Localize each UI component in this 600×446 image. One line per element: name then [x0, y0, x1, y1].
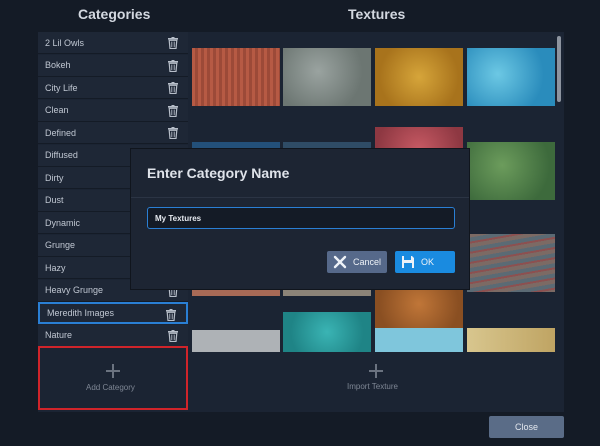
categories-heading: Categories	[78, 6, 151, 22]
category-label: Dynamic	[45, 217, 81, 228]
category-item[interactable]: Clean	[38, 99, 188, 122]
trash-icon[interactable]	[168, 37, 178, 50]
category-label: Meredith Images	[47, 308, 115, 318]
cancel-label: Cancel	[353, 257, 382, 267]
category-name-input[interactable]	[147, 207, 455, 229]
texture-thumbnail[interactable]	[467, 234, 555, 292]
cancel-button[interactable]: Cancel	[327, 251, 387, 273]
category-label: Defined	[45, 127, 77, 138]
category-label: Clean	[45, 105, 69, 115]
add-category-button[interactable]: Add Category	[38, 346, 188, 410]
category-name-dialog: Enter Category Name Cancel OK	[131, 149, 469, 289]
texture-thumbnail[interactable]	[467, 328, 555, 352]
category-label: Bokeh	[45, 60, 71, 70]
texture-thumbnail[interactable]	[283, 312, 371, 352]
trash-icon[interactable]	[168, 59, 178, 72]
close-button[interactable]: Close	[489, 416, 564, 438]
texture-thumbnail[interactable]	[192, 48, 280, 106]
category-item[interactable]: Meredith Images	[38, 302, 188, 324]
texture-scrollbar[interactable]	[557, 36, 561, 102]
textures-heading: Textures	[348, 6, 406, 22]
trash-icon[interactable]	[168, 127, 178, 140]
texture-thumbnail[interactable]	[467, 48, 555, 106]
category-label: Dirty	[45, 172, 64, 183]
plus-icon	[369, 364, 383, 378]
texture-thumbnail[interactable]	[375, 48, 463, 106]
category-item[interactable]: Defined	[38, 122, 188, 144]
dialog-title: Enter Category Name	[147, 165, 290, 181]
category-label: City Life	[45, 82, 78, 93]
close-icon	[333, 255, 347, 269]
category-label: Dust	[45, 195, 64, 205]
trash-icon[interactable]	[168, 82, 178, 95]
category-label: 2 Lil Owls	[45, 37, 85, 48]
trash-icon[interactable]	[166, 309, 176, 322]
category-item[interactable]: Bokeh	[38, 54, 188, 77]
category-label: Hazy	[45, 262, 66, 273]
trash-icon[interactable]	[168, 104, 178, 117]
ok-label: OK	[421, 257, 435, 267]
category-label: Heavy Grunge	[45, 285, 104, 295]
category-item[interactable]: City Life	[38, 77, 188, 99]
category-label: Diffused	[45, 150, 78, 160]
ok-button[interactable]: OK	[395, 251, 455, 273]
plus-icon	[106, 364, 120, 378]
category-item[interactable]: 2 Lil Owls	[38, 32, 188, 54]
save-icon	[402, 256, 414, 268]
texture-thumbnail[interactable]	[467, 142, 555, 200]
dialog-divider	[131, 197, 469, 198]
category-label: Grunge	[45, 240, 76, 250]
import-texture-button[interactable]: Import Texture	[347, 382, 398, 391]
texture-thumbnail[interactable]	[192, 330, 280, 352]
trash-icon[interactable]	[168, 329, 178, 342]
texture-thumbnail[interactable]	[375, 328, 463, 352]
category-item[interactable]: Nature	[38, 324, 188, 347]
texture-thumbnail[interactable]	[283, 48, 371, 106]
add-category-label: Add Category	[86, 383, 135, 392]
category-label: Nature	[45, 330, 73, 340]
